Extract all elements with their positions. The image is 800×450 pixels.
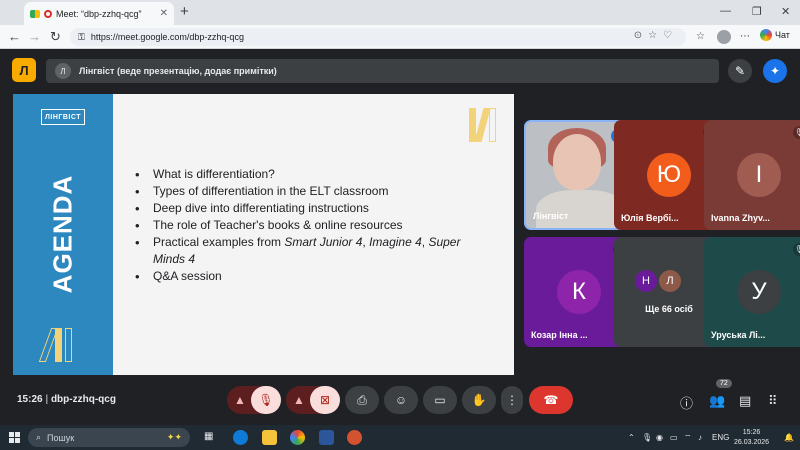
reload-icon[interactable]: ↻: [50, 29, 61, 45]
chat-label: Чат: [775, 30, 790, 40]
slide-agenda-title: AGENDA: [47, 174, 78, 294]
mic-off-button[interactable]: 🎙: [251, 386, 281, 414]
close-window-icon[interactable]: ✕: [781, 5, 790, 18]
meeting-info: 15:26 | dbp-zzhq-qcg: [17, 394, 116, 405]
people-icon[interactable]: 👥: [709, 393, 725, 409]
participant-avatar: К: [557, 270, 601, 314]
slide-decoration: [38, 326, 85, 362]
participant-name: Лінгвіст: [533, 211, 569, 221]
shared-slide: ЛІНГВІСТ AGENDA What is differentiation?…: [13, 94, 514, 375]
gemini-sparkle-icon[interactable]: ✦: [763, 59, 787, 83]
clock-date: 26.03.2026: [734, 439, 770, 446]
new-tab-button[interactable]: +: [180, 3, 189, 20]
presenter-avatar: Л: [55, 63, 71, 79]
present-button[interactable]: ⎙: [345, 386, 379, 414]
search-placeholder: Пошук: [47, 432, 75, 443]
browser-tab[interactable]: Meet: “dbp-zzhq-qcg” ✕: [24, 2, 174, 25]
activities-grid-icon[interactable]: ⠿: [768, 393, 778, 409]
mic-options-chevron-icon[interactable]: ▲: [234, 393, 246, 407]
captions-button[interactable]: ▭: [423, 386, 457, 414]
presenter-badge: Л: [12, 58, 36, 82]
powerpoint-app-icon[interactable]: [347, 430, 362, 445]
participant-avatar: I: [737, 153, 781, 197]
file-explorer-icon[interactable]: [262, 430, 277, 445]
slide-sidebar: ЛІНГВІСТ AGENDA: [13, 94, 113, 375]
participant-avatar: У: [737, 270, 781, 314]
more-icon[interactable]: ⋯: [740, 31, 750, 42]
chrome-app-icon[interactable]: [290, 430, 305, 445]
windows-start-icon[interactable]: [9, 432, 20, 443]
agenda-item: The role of Teacher's books & online res…: [135, 217, 485, 234]
annotate-pen-icon[interactable]: ✎: [728, 59, 752, 83]
raise-hand-button[interactable]: ✋: [462, 386, 496, 414]
agenda-item: Practical examples from Smart Junior 4, …: [135, 234, 485, 268]
tray-volume-icon[interactable]: ♪: [698, 433, 702, 442]
call-controls: 15:26 | dbp-zzhq-qcg ▲ 🎙 ▲ ⊠ ⎙ ☺ ▭ ✋ ⋮ ☎…: [0, 379, 800, 425]
slide-logo: ЛІНГВІСТ: [41, 109, 85, 125]
close-tab-icon[interactable]: ✕: [160, 8, 168, 19]
forward-icon[interactable]: →: [28, 29, 41, 44]
word-app-icon[interactable]: [319, 430, 334, 445]
tray-chevron-icon[interactable]: ⌃: [628, 433, 635, 442]
participant-avatar: Н: [635, 270, 657, 292]
task-view-icon[interactable]: ▦: [204, 431, 213, 442]
back-icon[interactable]: ←: [8, 29, 21, 44]
end-call-button[interactable]: ☎: [529, 386, 573, 414]
agenda-item: Q&A session: [135, 268, 485, 285]
agenda-item: Deep dive into differentiating instructi…: [135, 200, 485, 217]
presenter-text: Лінгвіст (веде презентацію, додає приміт…: [79, 66, 277, 76]
meet-window: Л Л Лінгвіст (веде презентацію, додає пр…: [0, 50, 800, 425]
chat-icon[interactable]: ▤: [739, 393, 751, 409]
url-text: https://meet.google.com/dbp-zzhq-qcg: [90, 32, 244, 42]
mic-off-icon: 🎙: [793, 126, 800, 139]
agenda-item: Types of differentiation in the ELT clas…: [135, 183, 485, 200]
collections-icon[interactable]: ☆: [696, 31, 705, 42]
search-icon: ⌕: [36, 432, 42, 442]
meet-favicon-icon: [30, 9, 40, 18]
participant-tile[interactable]: 🎙 У Уруська Лі...: [704, 237, 800, 347]
edge-app-icon[interactable]: [233, 430, 248, 445]
agenda-list: What is differentiation? Types of differ…: [135, 166, 485, 285]
participant-name: Ivanna Zhyv...: [711, 213, 770, 223]
tray-mic-icon[interactable]: 🎙: [642, 433, 652, 442]
tab-title: Meet: “dbp-zzhq-qcg”: [56, 8, 142, 19]
browser-toolbar: ← → ↻ ⚿ https://meet.google.com/dbp-zzhq…: [0, 25, 800, 49]
omnibox-icons[interactable]: ⊙☆♡: [634, 30, 678, 41]
copilot-icon: [760, 29, 772, 41]
mic-control: ▲ 🎙: [227, 386, 281, 414]
recording-icon: [44, 9, 52, 18]
lock-icon: ⚿: [78, 31, 85, 42]
taskbar-search[interactable]: ⌕ Пошук ✦✦: [28, 428, 190, 447]
camera-control: ▲ ⊠: [286, 386, 340, 414]
address-bar[interactable]: ⚿ https://meet.google.com/dbp-zzhq-qcg ⊙…: [70, 28, 686, 46]
agenda-item: What is differentiation?: [135, 166, 485, 183]
tray-display-icon[interactable]: ▭: [670, 433, 678, 442]
minimize-icon[interactable]: —: [720, 5, 731, 17]
slide-decoration-top: [469, 106, 497, 142]
participant-tile[interactable]: 🎙 I Ivanna Zhyv...: [704, 120, 800, 230]
taskbar-clock[interactable]: 15:26 26.03.2026: [734, 428, 769, 448]
participants-count-badge: 72: [716, 379, 732, 388]
copilot-chat-button[interactable]: Чат: [760, 29, 790, 41]
input-language[interactable]: ENG: [712, 433, 729, 442]
clock-time: 15:26: [742, 429, 761, 436]
mic-off-icon: 🎙: [793, 243, 800, 256]
notifications-icon[interactable]: 🔔: [784, 433, 794, 442]
profile-avatar[interactable]: [717, 30, 731, 44]
emoji-reaction-button[interactable]: ☺: [384, 386, 418, 414]
tray-network-icon[interactable]: ⌔: [684, 433, 692, 443]
windows-taskbar: ⌕ Пошук ✦✦ ▦ ⌃ 🎙 ◉ ▭ ⌔ ♪ ENG 15:26 26.03…: [0, 425, 800, 450]
presentation-banner: Л Лінгвіст (веде презентацію, додає прим…: [46, 59, 719, 83]
maximize-icon[interactable]: ❐: [752, 5, 762, 18]
meeting-details-icon[interactable]: ⓘ: [680, 393, 693, 412]
more-options-button[interactable]: ⋮: [501, 386, 523, 414]
participant-name: Уруська Лі...: [711, 330, 766, 340]
camera-off-button[interactable]: ⊠: [310, 386, 340, 414]
participant-avatar: Ю: [647, 153, 691, 197]
tray-location-icon[interactable]: ◉: [656, 433, 663, 442]
browser-tab-bar: Meet: “dbp-zzhq-qcg” ✕ + — ❐ ✕: [0, 0, 800, 25]
camera-options-chevron-icon[interactable]: ▲: [293, 393, 305, 407]
participant-avatar: Л: [659, 270, 681, 292]
search-highlight-icon: ✦✦: [166, 432, 182, 442]
